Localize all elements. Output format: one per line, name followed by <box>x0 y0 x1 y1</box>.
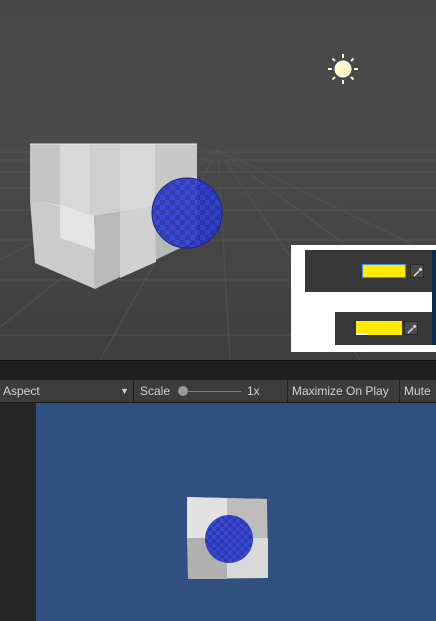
scale-slider-handle[interactable] <box>178 386 188 396</box>
sphere-object[interactable] <box>151 177 223 249</box>
game-toolbar: Aspect ▼ Scale 1x Maximize On Play Mute <box>0 380 436 403</box>
scale-slider-track[interactable] <box>179 391 241 392</box>
eyedropper-icon[interactable] <box>404 321 418 335</box>
scale-label: Scale <box>140 384 171 398</box>
aspect-dropdown-label[interactable]: Aspect <box>3 380 40 402</box>
color-field-panel <box>291 245 436 352</box>
panel-edge <box>432 250 436 345</box>
toolbar-divider <box>399 380 400 402</box>
game-view-letterbox <box>0 403 36 621</box>
color-swatch-1[interactable] <box>362 264 406 278</box>
toolbar-divider <box>133 380 134 402</box>
eyedropper-icon[interactable] <box>410 264 424 278</box>
color-field-row-1 <box>305 250 433 292</box>
toolbar-divider <box>287 380 288 402</box>
game-viewport <box>187 497 268 579</box>
color-field-row-2 <box>335 312 433 345</box>
dropdown-arrow-icon[interactable]: ▼ <box>120 380 129 402</box>
maximize-on-play-button[interactable]: Maximize On Play <box>292 380 389 402</box>
game-sphere <box>205 515 253 563</box>
alpha-bar <box>356 333 368 335</box>
view-separator <box>0 360 436 381</box>
scale-value: 1x <box>247 384 260 398</box>
game-view[interactable] <box>36 403 436 621</box>
mute-button[interactable]: Mute <box>404 380 431 402</box>
